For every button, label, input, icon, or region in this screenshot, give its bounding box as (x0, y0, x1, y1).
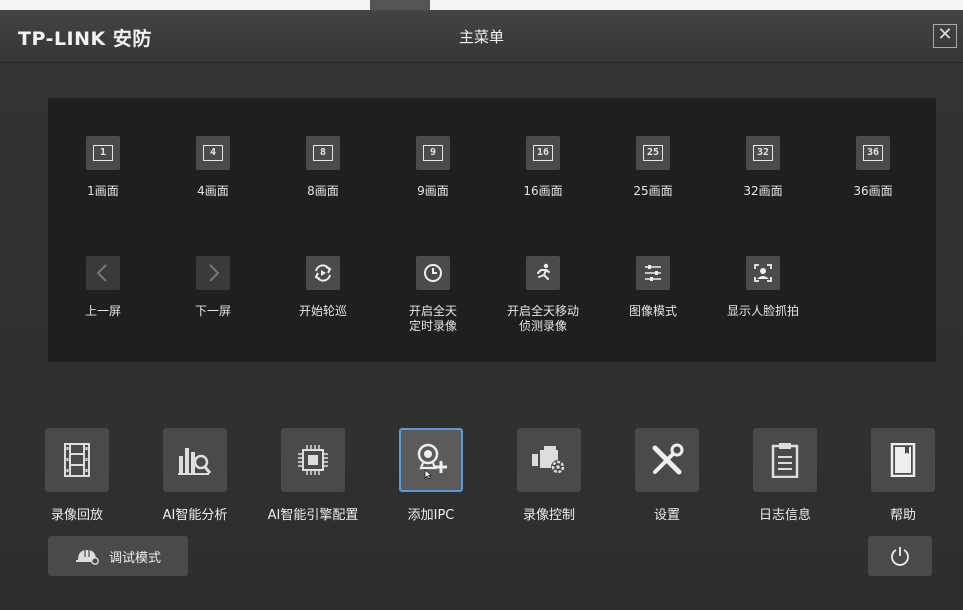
camera-gear-icon (517, 428, 581, 492)
debug-mode-label: 调试模式 (108, 550, 161, 566)
function-ai-analysis[interactable]: AI智能分析 (140, 428, 250, 523)
chevron-right-icon (196, 256, 230, 290)
function-add-ipc[interactable]: 添加IPC (376, 428, 486, 523)
layout-option-label: 4画面 (197, 184, 229, 198)
layout-option-36[interactable]: 36 36画面 (818, 136, 928, 199)
tools-icon (635, 428, 699, 492)
action-motion-recording[interactable]: 开启全天移动 侦测录像 (488, 256, 598, 334)
function-record-control[interactable]: 录像控制 (494, 428, 604, 523)
function-label: 录像控制 (522, 508, 575, 523)
split-8-icon: 8 (306, 136, 340, 170)
layout-option-label: 32画面 (743, 184, 783, 198)
clipboard-icon (753, 428, 817, 492)
layout-option-9[interactable]: 9 9画面 (378, 136, 488, 199)
function-label: AI智能分析 (162, 508, 228, 523)
layout-option-1[interactable]: 1 1画面 (48, 136, 158, 199)
split-16-icon: 16 (526, 136, 560, 170)
action-start-patrol[interactable]: 开始轮巡 (268, 256, 378, 319)
layout-option-4[interactable]: 4 4画面 (158, 136, 268, 199)
split-1-icon: 1 (86, 136, 120, 170)
layout-option-label: 8画面 (307, 184, 339, 198)
clock-icon (416, 256, 450, 290)
book-icon (871, 428, 935, 492)
film-icon (45, 428, 109, 492)
layout-option-label: 25画面 (633, 184, 673, 198)
function-ai-engine-config[interactable]: AI智能引擎配置 (258, 428, 368, 523)
split-32-icon: 32 (746, 136, 780, 170)
action-label: 开启全天移动 (506, 304, 579, 318)
chevron-left-icon (86, 256, 120, 290)
split-4-icon: 4 (196, 136, 230, 170)
debug-mode-button[interactable]: 调试模式 (48, 536, 188, 576)
function-log-info[interactable]: 日志信息 (730, 428, 840, 523)
close-button[interactable]: ✕ (933, 24, 957, 48)
action-face-capture[interactable]: 显示人脸抓拍 (708, 256, 818, 319)
action-label: 开启全天 (408, 304, 457, 318)
layout-option-8[interactable]: 8 8画面 (268, 136, 378, 199)
action-prev-screen[interactable]: 上一屏 (48, 256, 158, 319)
layout-option-label: 16画面 (523, 184, 563, 198)
layout-option-label: 1画面 (87, 184, 119, 198)
layout-option-32[interactable]: 32 32画面 (708, 136, 818, 199)
power-icon (891, 547, 909, 566)
function-label: AI智能引擎配置 (267, 508, 359, 523)
split-25-icon: 25 (636, 136, 670, 170)
action-label: 开始轮巡 (298, 304, 347, 318)
action-next-screen[interactable]: 下一屏 (158, 256, 268, 319)
function-help[interactable]: 帮助 (848, 428, 958, 523)
function-label: 帮助 (889, 508, 916, 523)
sliders-icon (636, 256, 670, 290)
page-title: 主菜单 (458, 28, 504, 46)
function-playback[interactable]: 录像回放 (22, 428, 132, 523)
function-label: 添加IPC (407, 508, 455, 523)
layout-option-25[interactable]: 25 25画面 (598, 136, 708, 199)
top-notch (370, 0, 430, 10)
action-label: 侦测录像 (518, 319, 567, 333)
action-label: 定时录像 (408, 319, 457, 333)
hardhat-icon (75, 550, 99, 565)
split-36-icon: 36 (856, 136, 890, 170)
action-image-mode[interactable]: 图像模式 (598, 256, 708, 319)
action-label: 显示人脸抓拍 (726, 304, 799, 318)
add-camera-icon (399, 428, 463, 492)
action-label: 上一屏 (84, 304, 121, 318)
action-label: 图像模式 (628, 304, 677, 318)
motion-icon (526, 256, 560, 290)
function-label: 录像回放 (50, 508, 103, 523)
layout-option-label: 36画面 (853, 184, 893, 198)
split-9-icon: 9 (416, 136, 450, 170)
face-icon (746, 256, 780, 290)
function-settings[interactable]: 设置 (612, 428, 722, 523)
layout-option-label: 9画面 (417, 184, 449, 198)
layout-panel: 1 1画面 4 4画面 8 8画面 9 9画面 16 16画面 25 25画面 … (48, 98, 936, 362)
action-label: 下一屏 (194, 304, 231, 318)
patrol-icon (306, 256, 340, 290)
main-menu-window: TP-LINK 安防 主菜单 ✕ 1 1画面 4 4画面 8 8画面 9 9画面… (0, 10, 963, 610)
layout-option-16[interactable]: 16 16画面 (488, 136, 598, 199)
function-label: 设置 (653, 508, 680, 523)
title-bar: TP-LINK 安防 主菜单 ✕ (0, 10, 963, 63)
top-strip (0, 0, 963, 10)
chip-icon (281, 428, 345, 492)
function-label: 日志信息 (758, 508, 811, 523)
action-timed-recording[interactable]: 开启全天 定时录像 (378, 256, 488, 334)
chart-search-icon (163, 428, 227, 492)
power-button[interactable] (868, 536, 932, 576)
